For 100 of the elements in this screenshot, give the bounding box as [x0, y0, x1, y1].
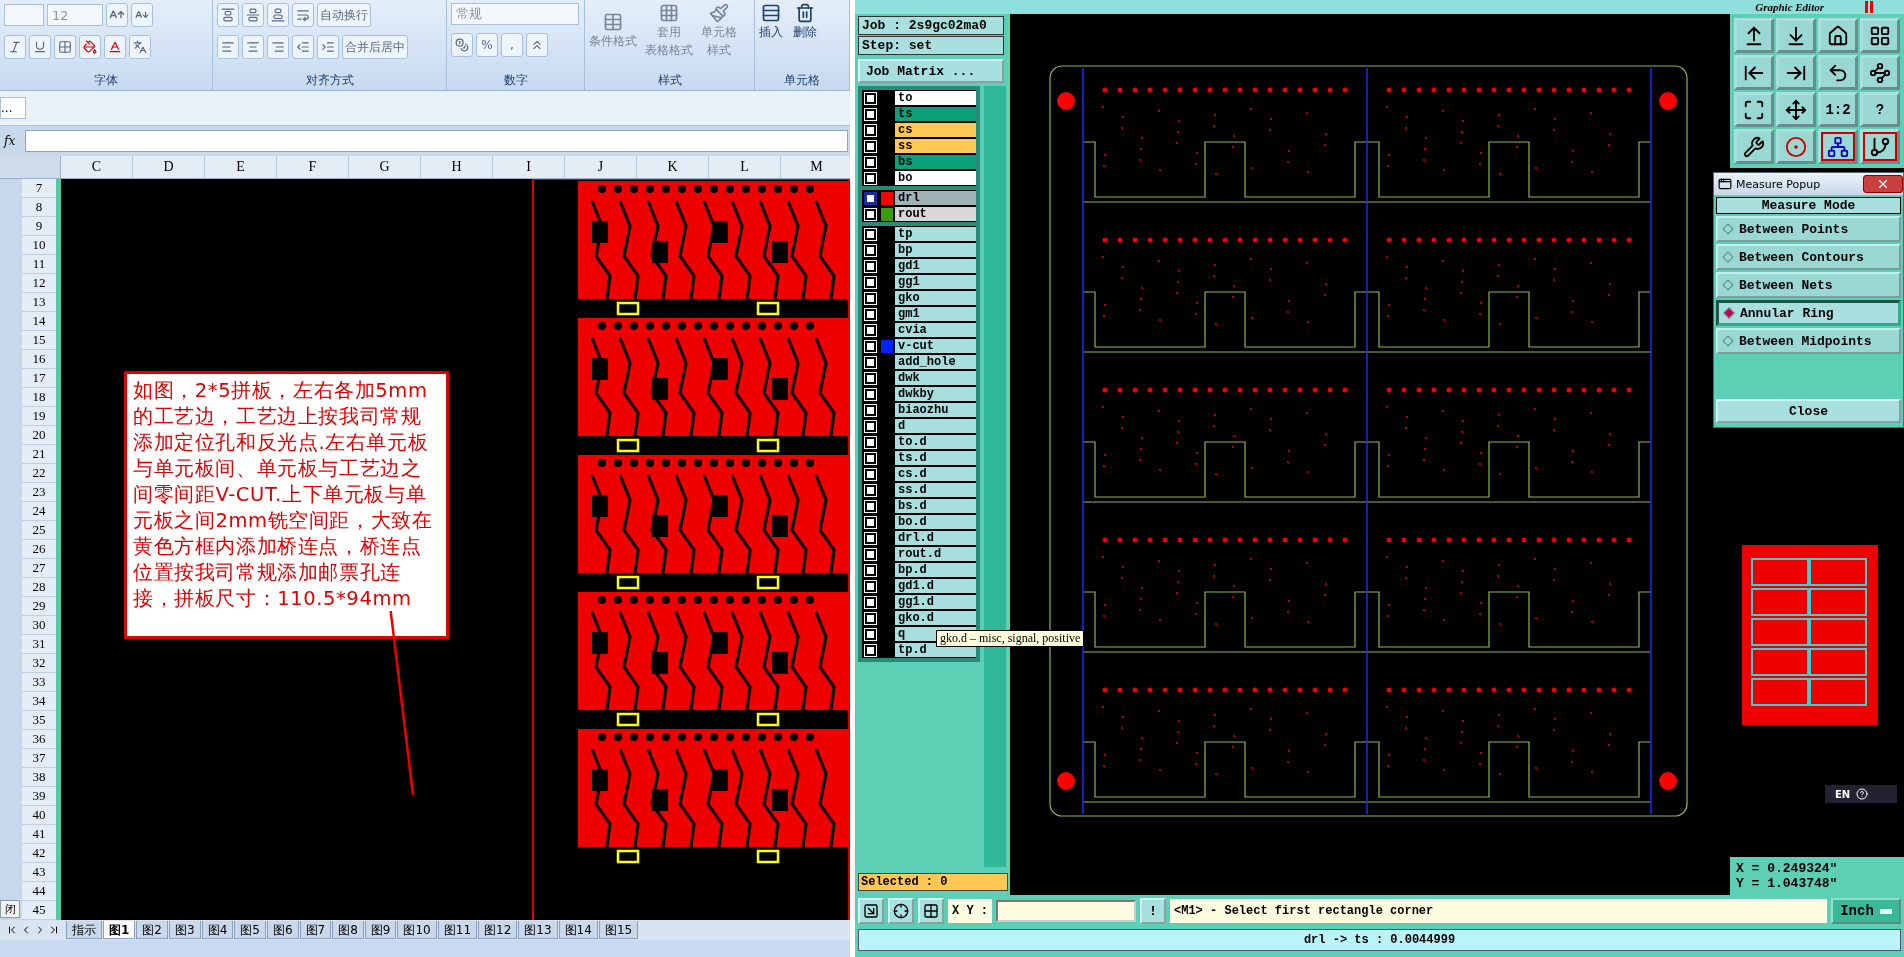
layer-name[interactable]: dwkby [895, 387, 976, 401]
sheet-tab[interactable]: 图7 [299, 921, 332, 939]
close-button[interactable] [1863, 175, 1903, 193]
layer-name[interactable]: ss.d [895, 483, 976, 497]
layer-checkbox[interactable] [865, 516, 876, 528]
layer-name[interactable]: gko [895, 291, 976, 305]
column-header[interactable]: K [637, 156, 709, 178]
toolbar-button[interactable] [1860, 55, 1900, 90]
column-header[interactable]: F [277, 156, 349, 178]
column-header[interactable]: H [421, 156, 493, 178]
layer-checkbox[interactable] [865, 340, 876, 352]
row-header[interactable]: 27 [22, 559, 56, 578]
layer-name[interactable]: cvia [895, 323, 976, 337]
row-header[interactable]: 8 [22, 198, 56, 217]
toolbar-button[interactable] [1860, 18, 1900, 53]
row-header[interactable]: 9 [22, 217, 56, 236]
sheet-tab[interactable]: 图3 [169, 921, 201, 939]
sheet-tab[interactable]: 图14 [558, 921, 598, 939]
layer-checkbox[interactable] [865, 292, 876, 304]
layer-checkbox[interactable] [865, 372, 876, 384]
font-name-field[interactable] [4, 4, 44, 26]
layer-checkbox[interactable] [865, 532, 876, 544]
sheet-tab[interactable]: 图1 [103, 921, 136, 939]
layer-checkbox[interactable] [865, 260, 876, 272]
wrap-text-button[interactable]: 自动换行 [317, 3, 371, 27]
layer-name[interactable]: rout [895, 207, 976, 221]
layer-name[interactable]: drl.d [895, 531, 976, 545]
layer-checkbox[interactable] [865, 172, 876, 184]
toolbar-button[interactable] [1734, 18, 1774, 53]
row-header[interactable]: 28 [22, 578, 56, 597]
row-header[interactable]: 25 [22, 521, 56, 540]
layer-name[interactable]: gm1 [895, 307, 976, 321]
layer-checkbox[interactable] [865, 436, 876, 448]
layer-name[interactable]: cs [895, 123, 976, 137]
layer-checkbox[interactable] [865, 156, 876, 168]
row-header[interactable]: 15 [22, 331, 56, 350]
align-center-button[interactable] [242, 35, 264, 59]
layer-name[interactable]: gd1.d [895, 579, 976, 593]
row-header[interactable]: 30 [22, 616, 56, 635]
row-header[interactable]: 12 [22, 274, 56, 293]
layer-checkbox[interactable] [865, 404, 876, 416]
underline-button[interactable] [29, 35, 51, 59]
row-header[interactable]: 45 [22, 901, 56, 920]
sheet-tab[interactable]: 图11 [437, 921, 478, 939]
layer-checkbox[interactable] [865, 192, 876, 204]
toolbar-button[interactable] [1860, 129, 1900, 164]
layer-name[interactable]: bp.d [895, 563, 976, 577]
row-header[interactable]: 39 [22, 787, 56, 806]
layer-name[interactable]: bo [895, 171, 976, 185]
merge-center-button[interactable]: 合并后居中 [342, 35, 408, 59]
toolbar-button[interactable] [1776, 18, 1816, 53]
name-box[interactable]: ... [0, 97, 26, 119]
measure-option[interactable]: Between Nets [1716, 272, 1901, 298]
toolbar-button[interactable] [1818, 18, 1858, 53]
layer-name[interactable]: add_hole [895, 355, 976, 369]
sheet-tab[interactable]: 图9 [364, 921, 397, 939]
layer-name[interactable]: v-cut [895, 339, 976, 353]
popup-close-button[interactable]: Close [1716, 399, 1901, 423]
layer-checkbox[interactable] [865, 208, 876, 220]
layer-checkbox[interactable] [865, 276, 876, 288]
layer-checkbox[interactable] [865, 388, 876, 400]
side-button[interactable]: 闭 [0, 900, 20, 918]
align-right-button[interactable] [267, 35, 289, 59]
comma-button[interactable]: , [501, 33, 523, 57]
row-header[interactable]: 32 [22, 654, 56, 673]
toolbar-button[interactable] [1818, 55, 1858, 90]
layer-checkbox[interactable] [865, 308, 876, 320]
row-header[interactable]: 20 [22, 426, 56, 445]
italic-button[interactable] [4, 35, 26, 59]
layer-checkbox[interactable] [865, 628, 876, 640]
layer-name[interactable]: gg1.d [895, 595, 976, 609]
align-left-button[interactable] [217, 35, 239, 59]
layer-name[interactable]: tp [895, 227, 976, 241]
font-color-button[interactable] [104, 35, 126, 59]
layer-checkbox[interactable] [865, 612, 876, 624]
zoom-ratio-button[interactable]: 1:2 [1818, 92, 1858, 127]
column-header[interactable]: L [709, 156, 781, 178]
row-header[interactable]: 37 [22, 749, 56, 768]
layer-name[interactable]: gd1 [895, 259, 976, 273]
row-header[interactable]: 21 [22, 445, 56, 464]
layer-name[interactable]: rout.d [895, 547, 976, 561]
units-dropdown[interactable]: Inch [1831, 898, 1901, 924]
layer-name[interactable]: to [895, 91, 976, 105]
fill-color-button[interactable] [79, 35, 101, 59]
sheet-tab[interactable]: 图5 [234, 921, 266, 939]
row-header[interactable]: 17 [22, 369, 56, 388]
layer-checkbox[interactable] [865, 644, 876, 656]
toolbar-button[interactable] [1818, 129, 1858, 164]
column-header[interactable]: I [493, 156, 565, 178]
execute-button[interactable]: ! [1140, 898, 1166, 924]
align-middle-button[interactable] [242, 3, 264, 27]
phonetic-button[interactable] [129, 35, 151, 59]
sheet-tab[interactable]: 图6 [266, 921, 299, 939]
layer-checkbox[interactable] [865, 580, 876, 592]
layer-name[interactable]: bs.d [895, 499, 976, 513]
row-header[interactable]: 14 [22, 312, 56, 331]
tool-button[interactable] [858, 898, 884, 924]
layer-name[interactable]: bo.d [895, 515, 976, 529]
row-header[interactable]: 43 [22, 863, 56, 882]
layer-checkbox[interactable] [865, 484, 876, 496]
